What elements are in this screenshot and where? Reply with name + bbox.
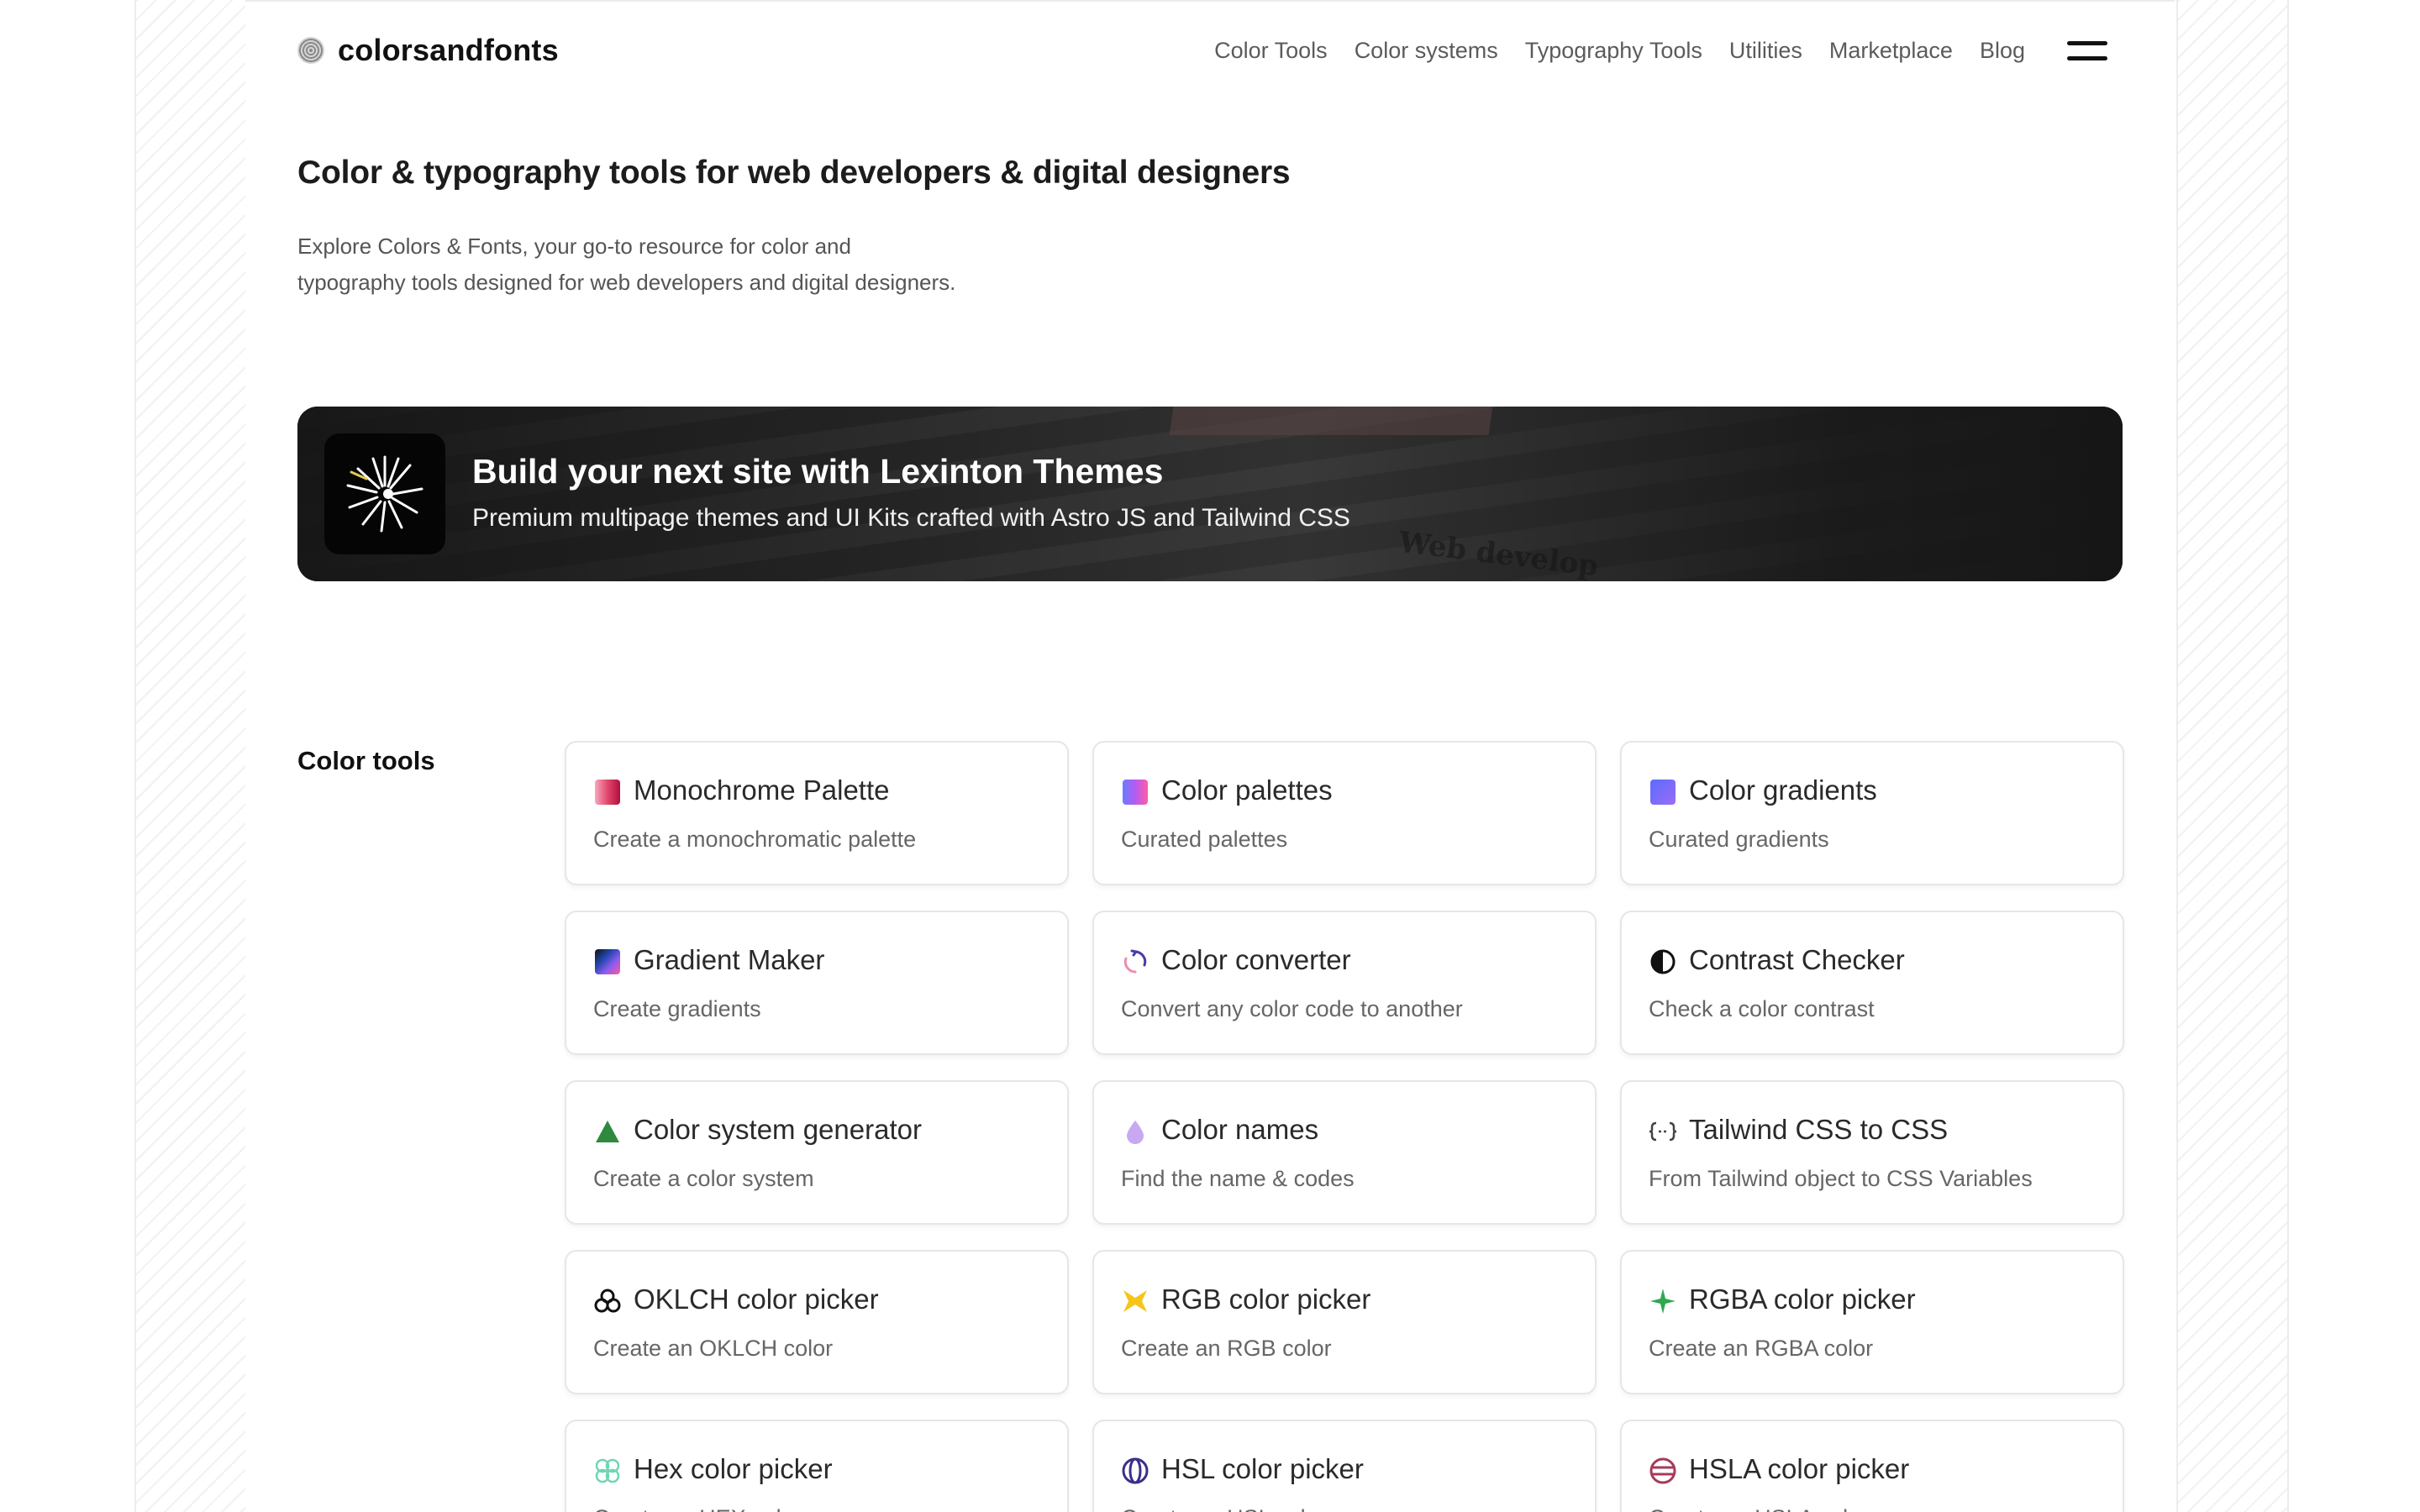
clover-outline-icon [593,1457,622,1485]
tool-card-rgb-color-picker[interactable]: RGB color picker Create an RGB color [1092,1250,1597,1394]
card-description: Create an RGBA color [1649,1336,1874,1361]
logo-text: colorsandfonts [338,33,559,67]
card-description: Curated palettes [1121,827,1288,852]
card-description: Create an OKLCH color [593,1336,834,1361]
page: colorsandfonts Color Tools Color systems… [0,0,2420,1512]
banner-background-strip [1169,407,1493,435]
card-description: Convert any color code to another [1121,996,1463,1021]
card-title: Contrast Checker [1689,944,1905,975]
tool-card-hsla-color-picker[interactable]: HSLA color picker Create an HSLA color [1620,1420,2124,1512]
page-description: Explore Colors & Fonts, your go-to resou… [297,228,1054,301]
nav-link-typography-tools[interactable]: Typography Tools [1525,38,1702,64]
tool-card-color-system-generator[interactable]: Color system generator Create a color sy… [565,1080,1069,1225]
color-tools-heading: Color tools [297,746,435,775]
tool-card-contrast-checker[interactable]: Contrast Checker Check a color contrast [1620,911,2124,1055]
card-description: Create an HSL color [1121,1505,1326,1512]
green-triangle-icon [593,1117,622,1146]
card-title: Color system generator [634,1114,922,1145]
card-title: Monochrome Palette [634,774,890,806]
tool-card-monochrome-palette[interactable]: Monochrome Palette Create a monochromati… [565,741,1069,885]
gradient-maker-icon [593,948,622,976]
tool-card-oklch-color-picker[interactable]: OKLCH color picker Create an OKLCH color [565,1250,1069,1394]
card-title: Color names [1161,1114,1319,1145]
main-column: colorsandfonts Color Tools Color systems… [245,0,2175,1512]
card-title: OKLCH color picker [634,1284,879,1315]
card-title: Color converter [1161,944,1351,975]
monochrome-gradient-icon [593,778,622,806]
tool-card-tailwind-css-to-css[interactable]: Tailwind CSS to CSS From Tailwind object… [1620,1080,2124,1225]
card-description: Create a color system [593,1166,814,1191]
card-description: Curated gradients [1649,827,1829,852]
site-header: colorsandfonts Color Tools Color systems… [245,2,2175,99]
nav-link-color-systems[interactable]: Color systems [1355,38,1498,64]
yellow-bowtie-icon [1121,1287,1150,1315]
card-title: Tailwind CSS to CSS [1689,1114,1949,1145]
card-description: Create a monochromatic palette [593,827,917,852]
hamburger-menu-icon[interactable] [2067,38,2107,63]
right-hatched-gutter [2176,0,2289,1512]
card-title: HSL color picker [1161,1453,1364,1484]
tool-card-color-gradients[interactable]: Color gradients Curated gradients [1620,741,2124,885]
card-description: Find the name & codes [1121,1166,1355,1191]
tool-card-color-converter[interactable]: Color converter Convert any color code t… [1092,911,1597,1055]
card-title: Hex color picker [634,1453,833,1484]
card-description: From Tailwind object to CSS Variables [1649,1166,2033,1191]
page-title: Color & typography tools for web develop… [297,155,1291,191]
refresh-arrows-icon [1121,948,1150,976]
top-nav: Color Tools Color systems Typography Too… [1187,32,2107,69]
card-title: HSLA color picker [1689,1453,1910,1484]
trefoil-icon [593,1287,622,1315]
site-logo[interactable]: colorsandfonts [297,33,559,67]
tool-card-color-palettes[interactable]: Color palettes Curated palettes [1092,741,1597,885]
banner-subtitle: Premium multipage themes and UI Kits cra… [472,504,1350,532]
card-title: RGB color picker [1161,1284,1371,1315]
code-braces-icon [1649,1117,1677,1146]
card-title: RGBA color picker [1689,1284,1916,1315]
card-description: Create gradients [593,996,761,1021]
card-description: Create an HSLA color [1649,1505,1868,1512]
left-hatched-gutter [134,0,247,1512]
nav-link-marketplace[interactable]: Marketplace [1829,38,1953,64]
green-sparkle-icon [1649,1287,1677,1315]
tool-card-rgba-color-picker[interactable]: RGBA color picker Create an RGBA color [1620,1250,2124,1394]
striped-circle-icon [1121,1457,1150,1485]
card-description: Check a color contrast [1649,996,1875,1021]
tool-card-hex-color-picker[interactable]: Hex color picker Create an HEX color [565,1420,1069,1512]
nav-link-color-tools[interactable]: Color Tools [1214,38,1328,64]
lexinton-themes-banner[interactable]: Web develop Build your next site with Le… [297,407,2123,581]
nav-link-blog[interactable]: Blog [1980,38,2025,64]
fingerprint-logo-icon [297,37,324,64]
nav-link-utilities[interactable]: Utilities [1729,38,1802,64]
page-description-line-1: Explore Colors & Fonts, your go-to resou… [297,234,851,259]
tool-card-gradient-maker[interactable]: Gradient Maker Create gradients [565,911,1069,1055]
color-tools-grid: Monochrome Palette Create a monochromati… [565,741,2124,1512]
card-title: Color gradients [1689,774,1877,806]
card-description: Create an RGB color [1121,1336,1332,1361]
tool-card-hsl-color-picker[interactable]: HSL color picker Create an HSL color [1092,1420,1597,1512]
striped-ball-icon [1649,1457,1677,1485]
droplet-icon [1121,1117,1150,1146]
card-title: Color palettes [1161,774,1333,806]
card-title: Gradient Maker [634,944,825,975]
contrast-circle-icon [1649,948,1677,976]
card-description: Create an HEX color [593,1505,802,1512]
gradient-square-icon [1649,778,1677,806]
page-description-line-2: typography tools designed for web develo… [297,270,956,295]
starburst-logo-icon [324,433,445,554]
palette-gradient-icon [1121,778,1150,806]
tool-card-color-names[interactable]: Color names Find the name & codes [1092,1080,1597,1225]
banner-title: Build your next site with Lexinton Theme… [472,452,1164,491]
